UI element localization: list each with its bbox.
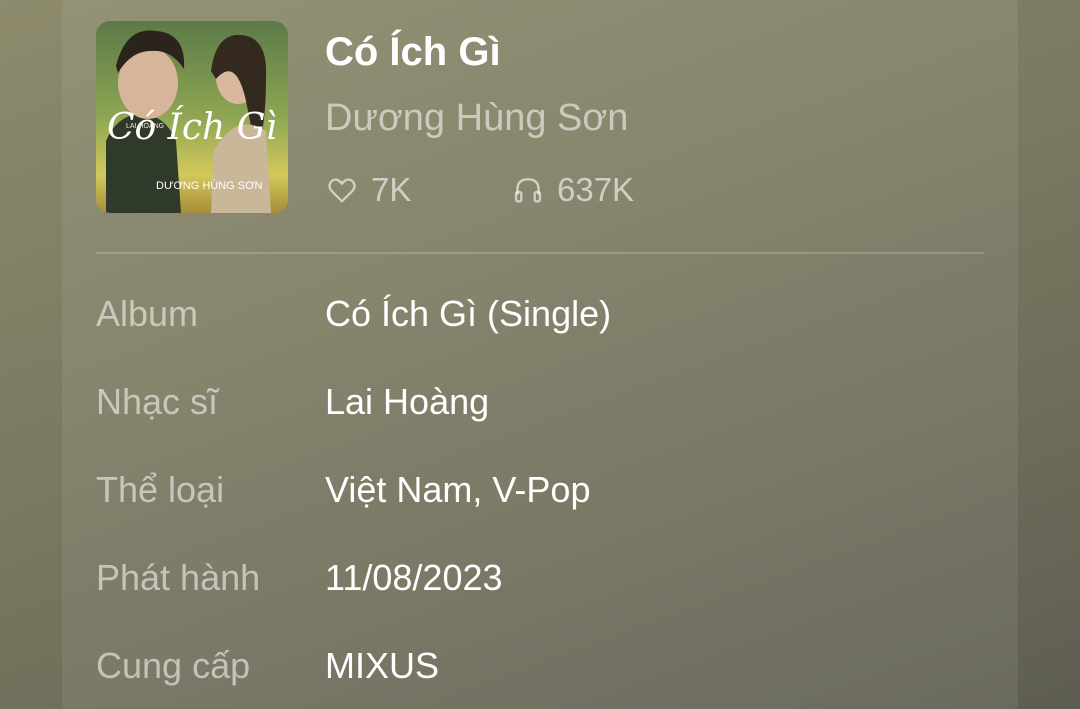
detail-value-release: 11/08/2023 xyxy=(325,557,503,598)
detail-row-composer: Nhạc sĩ Lai Hoàng xyxy=(96,378,489,426)
listens-stat: 637K xyxy=(511,171,634,209)
song-artist[interactable]: Dương Hùng Sơn xyxy=(325,97,628,140)
detail-row-release: Phát hành 11/08/2023 xyxy=(96,554,503,602)
headphones-icon xyxy=(514,178,542,203)
heart-icon xyxy=(328,178,356,203)
detail-label: Album xyxy=(96,293,199,334)
song-stats: 7K 637K xyxy=(325,168,634,212)
detail-row-provider: Cung cấp MIXUS xyxy=(96,642,439,690)
detail-value-genre[interactable]: Việt Nam, V-Pop xyxy=(325,469,590,511)
detail-label: Phát hành xyxy=(96,557,261,598)
detail-row-genre: Thể loại Việt Nam, V-Pop xyxy=(96,466,590,514)
detail-row-album: Album Có Ích Gì (Single) xyxy=(96,290,611,338)
album-cover[interactable]: Có Ích Gì LAI HOÀNG DƯƠNG HÙNG SƠN xyxy=(96,21,288,213)
cover-artist-art: DƯƠNG HÙNG SƠN xyxy=(156,179,263,192)
detail-value-provider: MIXUS xyxy=(325,645,440,686)
cover-small-text: LAI HOÀNG xyxy=(126,121,164,130)
detail-label: Cung cấp xyxy=(96,645,251,686)
detail-value-composer[interactable]: Lai Hoàng xyxy=(325,381,489,423)
song-title: Có Ích Gì xyxy=(325,30,501,74)
detail-value-album[interactable]: Có Ích Gì (Single) xyxy=(325,293,611,335)
detail-label: Thể loại xyxy=(96,469,225,510)
detail-label: Nhạc sĩ xyxy=(96,381,219,422)
likes-stat: 7K xyxy=(325,171,511,209)
likes-count: 7K xyxy=(371,171,412,208)
listens-count: 637K xyxy=(557,171,635,208)
divider xyxy=(96,252,984,254)
